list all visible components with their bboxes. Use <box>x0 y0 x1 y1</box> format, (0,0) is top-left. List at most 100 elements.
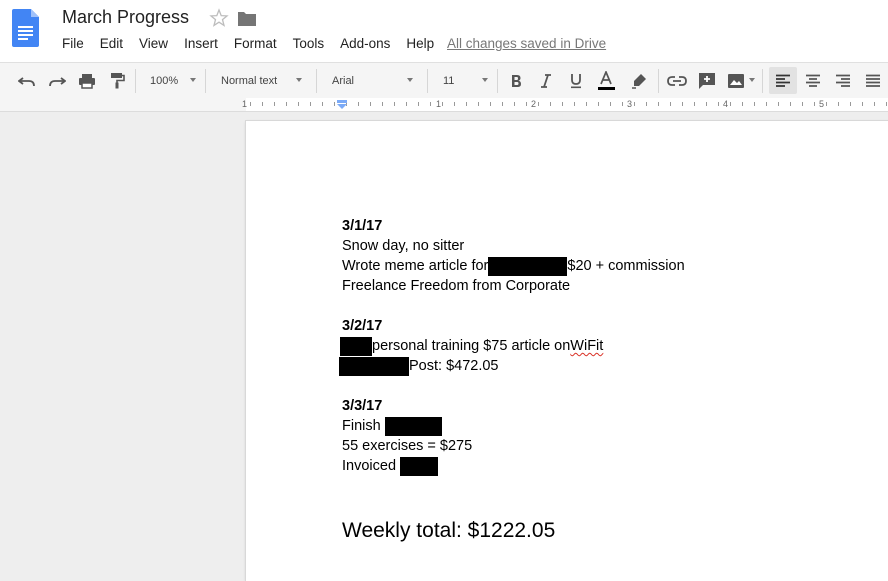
entry-text: Wrote meme article for <box>342 258 489 274</box>
ruler-tick <box>730 102 731 106</box>
entry-line: Finish <box>342 416 685 436</box>
align-right-icon[interactable] <box>831 63 855 98</box>
toolbar-divider <box>205 69 206 93</box>
ruler-tick <box>490 102 491 106</box>
toolbar-divider <box>762 69 763 93</box>
ruler-tick <box>790 102 791 106</box>
star-icon[interactable] <box>209 8 229 28</box>
menu-addons[interactable]: Add-ons <box>332 34 398 54</box>
entry-text: personal training $75 article on <box>372 338 571 354</box>
menu-view[interactable]: View <box>131 34 176 54</box>
redaction-box <box>339 356 409 376</box>
entry-text: $20 + commission <box>567 258 685 274</box>
entry-date: 3/3/17 <box>342 398 383 414</box>
font-family-select[interactable]: Arial <box>332 63 354 98</box>
menu-tools[interactable]: Tools <box>285 34 333 54</box>
ruler-tick <box>250 102 251 106</box>
text-color-icon[interactable] <box>594 63 618 98</box>
ruler-number: 2 <box>531 99 537 109</box>
misspelled-word[interactable]: WiFit <box>570 336 603 356</box>
ruler-tick <box>778 102 779 106</box>
entry-date: 3/1/17 <box>342 218 383 234</box>
print-icon[interactable] <box>76 63 98 98</box>
font-value: Arial <box>332 74 355 87</box>
ruler-tick <box>310 102 311 106</box>
bold-icon[interactable] <box>505 63 527 98</box>
menu-insert[interactable]: Insert <box>176 34 226 54</box>
ruler-tick <box>322 102 323 106</box>
menu-bar: File Edit View Insert Format Tools Add-o… <box>54 34 442 54</box>
ruler-number: 4 <box>723 99 729 109</box>
ruler-tick <box>826 102 827 106</box>
entry-text: Invoiced <box>342 458 401 474</box>
document-body[interactable]: 3/1/17 Snow day, no sitter Wrote meme ar… <box>339 216 685 476</box>
ruler-tick <box>802 102 803 106</box>
document-title[interactable]: March Progress <box>62 7 189 28</box>
save-status-link[interactable]: All changes saved in Drive <box>447 36 606 51</box>
ruler-tick <box>634 102 635 106</box>
ruler-tick <box>754 102 755 106</box>
menu-edit[interactable]: Edit <box>92 34 131 54</box>
align-center-icon[interactable] <box>801 63 825 98</box>
ruler-tick <box>574 102 575 106</box>
ruler-tick <box>478 102 479 106</box>
redaction-box <box>400 456 439 476</box>
ruler-tick <box>418 102 419 106</box>
ruler-tick <box>766 102 767 106</box>
entry-line: Invoiced <box>342 456 685 476</box>
ruler-tick <box>298 102 299 106</box>
ruler-number: 3 <box>627 99 633 109</box>
comment-icon[interactable] <box>696 63 718 98</box>
paint-format-icon[interactable] <box>106 63 128 98</box>
ruler-tick <box>286 102 287 106</box>
font-size-select[interactable]: 11 <box>443 63 454 98</box>
toolbar-divider <box>497 69 498 93</box>
folder-icon[interactable] <box>237 10 257 28</box>
style-value: Normal text <box>221 74 278 87</box>
underline-icon[interactable] <box>565 63 587 98</box>
align-left-icon[interactable] <box>769 67 797 94</box>
ruler-tick <box>682 102 683 106</box>
ruler[interactable]: 1 1 2 3 4 5 <box>0 98 888 112</box>
ruler-tick <box>886 102 887 106</box>
font-size-caret-icon <box>482 78 488 82</box>
link-icon[interactable] <box>666 63 688 98</box>
justify-icon[interactable] <box>861 63 885 98</box>
ruler-tick <box>514 102 515 106</box>
app-header: March Progress File Edit View Insert For… <box>0 0 888 62</box>
ruler-tick <box>646 102 647 106</box>
redaction-box <box>340 336 372 356</box>
ruler-tick <box>394 102 395 106</box>
menu-file[interactable]: File <box>54 34 92 54</box>
entry-line: personal training $75 article on WiFit <box>340 336 685 356</box>
docs-logo-icon[interactable] <box>12 9 39 47</box>
ruler-tick <box>622 102 623 106</box>
toolbar-divider <box>135 69 136 93</box>
ruler-tick <box>466 102 467 106</box>
menu-format[interactable]: Format <box>226 34 285 54</box>
undo-icon[interactable] <box>16 63 38 98</box>
zoom-select[interactable]: 100% <box>150 63 178 98</box>
ruler-tick <box>658 102 659 106</box>
image-icon[interactable] <box>724 63 748 98</box>
ruler-tick <box>838 102 839 106</box>
indent-marker-icon[interactable] <box>336 100 348 110</box>
highlight-icon[interactable] <box>628 63 650 98</box>
document-page[interactable]: 3/1/17 Snow day, no sitter Wrote meme ar… <box>246 121 888 581</box>
menu-help[interactable]: Help <box>398 34 442 54</box>
ruler-tick <box>562 102 563 106</box>
ruler-tick <box>442 102 443 106</box>
ruler-tick <box>358 102 359 106</box>
ruler-tick <box>430 102 431 106</box>
ruler-tick <box>862 102 863 106</box>
italic-icon[interactable] <box>535 63 557 98</box>
ruler-tick <box>526 102 527 106</box>
redaction-box <box>488 256 568 276</box>
entry-date: 3/2/17 <box>342 318 383 334</box>
ruler-tick <box>850 102 851 106</box>
entry-line: 55 exercises = $275 <box>342 438 473 454</box>
redo-icon[interactable] <box>46 63 68 98</box>
paragraph-style-select[interactable]: Normal text <box>221 63 277 98</box>
